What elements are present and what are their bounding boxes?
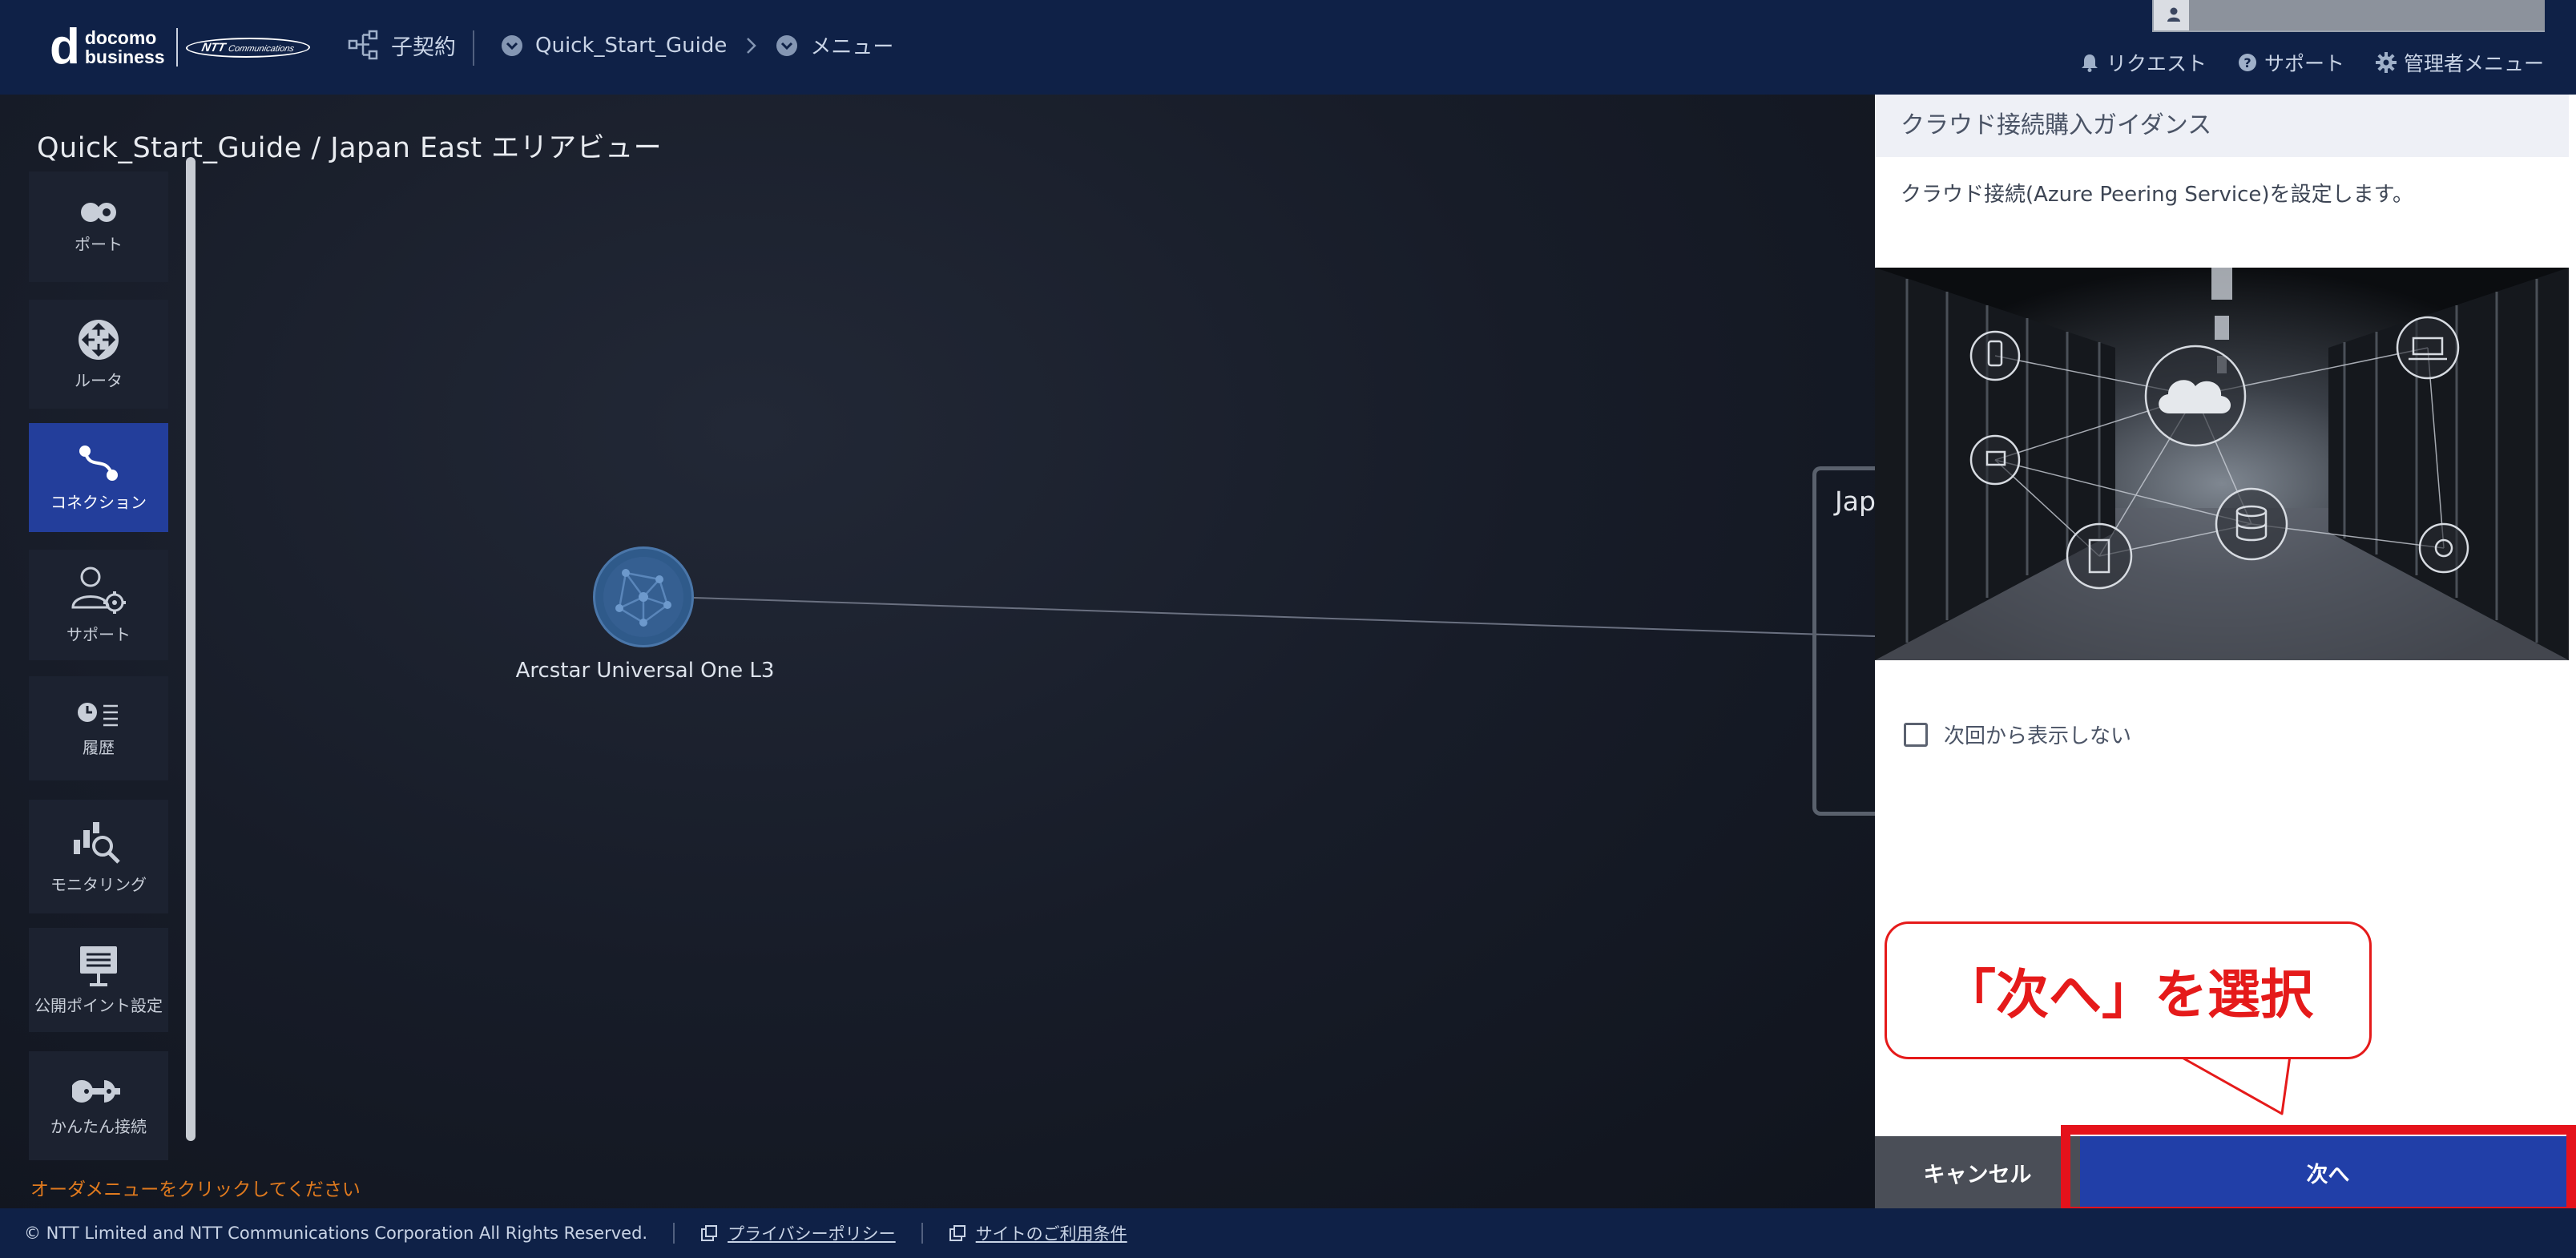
external-link-icon	[949, 1225, 965, 1241]
sidebar-item-label: 履歴	[83, 737, 115, 757]
help-circle-icon: ?	[2238, 54, 2256, 71]
network-node-globe[interactable]	[593, 546, 694, 647]
sidebar-item-label: ポート	[75, 234, 123, 254]
admin-menu-link[interactable]: 管理者メニュー	[2375, 48, 2544, 77]
sidebar-item-monitoring[interactable]: モニタリング	[29, 800, 168, 913]
footer-divider	[673, 1223, 675, 1244]
plug-icon	[72, 1079, 120, 1103]
dont-show-again-checkbox[interactable]	[1904, 722, 1928, 747]
sidebar-item-label: ルータ	[75, 370, 123, 390]
privacy-policy-link[interactable]: プライバシーポリシー	[700, 1221, 896, 1245]
dialog-description: クラウド接続(Azure Peering Service)を設定します。	[1901, 183, 2413, 207]
sidebar-item-label: モニタリング	[50, 874, 147, 894]
user-account-field[interactable]	[2152, 0, 2545, 32]
dont-show-again-option[interactable]: 次回から表示しない	[1904, 720, 2131, 749]
sidebar-item-label: 公開ポイント設定	[34, 995, 163, 1015]
router-icon	[79, 319, 119, 360]
globe-network-icon	[603, 557, 683, 637]
datacenter-cloud-image	[1875, 268, 2569, 660]
port-icon	[81, 202, 116, 222]
terms-of-use-link[interactable]: サイトのご利用条件	[949, 1221, 1127, 1245]
dialog-title: クラウド接続購入ガイダンス	[1875, 95, 2569, 157]
board-icon	[80, 946, 117, 986]
privacy-policy-label: プライバシーポリシー	[728, 1224, 896, 1244]
user-icon	[2167, 7, 2180, 22]
request-link-label: リクエスト	[2106, 52, 2207, 75]
cancel-button[interactable]: キャンセル	[1875, 1136, 2080, 1208]
connection-icon	[79, 445, 118, 481]
sidebar-scrollbar[interactable]	[186, 157, 196, 1141]
sidebar-item-label: サポート	[67, 624, 131, 644]
instruction-callout: 「次へ」を選択	[1885, 921, 2372, 1059]
area-label: Jap	[1835, 486, 1876, 517]
history-icon	[78, 702, 118, 726]
external-link-icon	[701, 1225, 718, 1241]
sidebar-item-support[interactable]: サポート	[29, 550, 168, 660]
support-link[interactable]: ? サポート	[2237, 48, 2344, 77]
bell-icon	[2081, 54, 2098, 72]
connection-line	[693, 597, 1875, 637]
sidebar-item-public-point[interactable]: 公開ポイント設定	[29, 928, 168, 1032]
sidebar-item-history[interactable]: 履歴	[29, 676, 168, 780]
svg-text:?: ?	[2243, 55, 2251, 71]
header-links: リクエスト ? サポート 管理者メニュー	[2079, 48, 2544, 77]
user-name-masked	[2189, 0, 2545, 30]
footer: © NTT Limited and NTT Communications Cor…	[0, 1208, 2576, 1258]
sidebar-item-router[interactable]: ルータ	[29, 300, 168, 409]
node-label: Arcstar Universal One L3	[515, 659, 775, 683]
sidebar-item-easy-connect[interactable]: かんたん接続	[29, 1051, 168, 1160]
support-link-label: サポート	[2264, 52, 2344, 75]
terms-of-use-label: サイトのご利用条件	[975, 1224, 1127, 1244]
next-button-highlight	[2061, 1125, 2576, 1216]
admin-menu-label: 管理者メニュー	[2403, 52, 2544, 75]
sidebar-item-label: かんたん接続	[50, 1116, 147, 1136]
monitoring-icon	[74, 821, 120, 864]
order-menu-hint: オーダメニューをクリックしてください	[30, 1179, 361, 1200]
request-link[interactable]: リクエスト	[2079, 48, 2207, 77]
copyright-text: © NTT Limited and NTT Communications Cor…	[24, 1224, 648, 1243]
dont-show-again-label: 次回から表示しない	[1944, 724, 2132, 748]
sidebar-item-label: コネクション	[50, 492, 147, 512]
user-gear-icon	[71, 567, 126, 614]
sidebar-item-connection[interactable]: コネクション	[29, 423, 168, 532]
gear-icon	[2375, 52, 2397, 73]
footer-divider	[921, 1223, 923, 1244]
sidebar-item-port[interactable]: ポート	[29, 171, 168, 282]
